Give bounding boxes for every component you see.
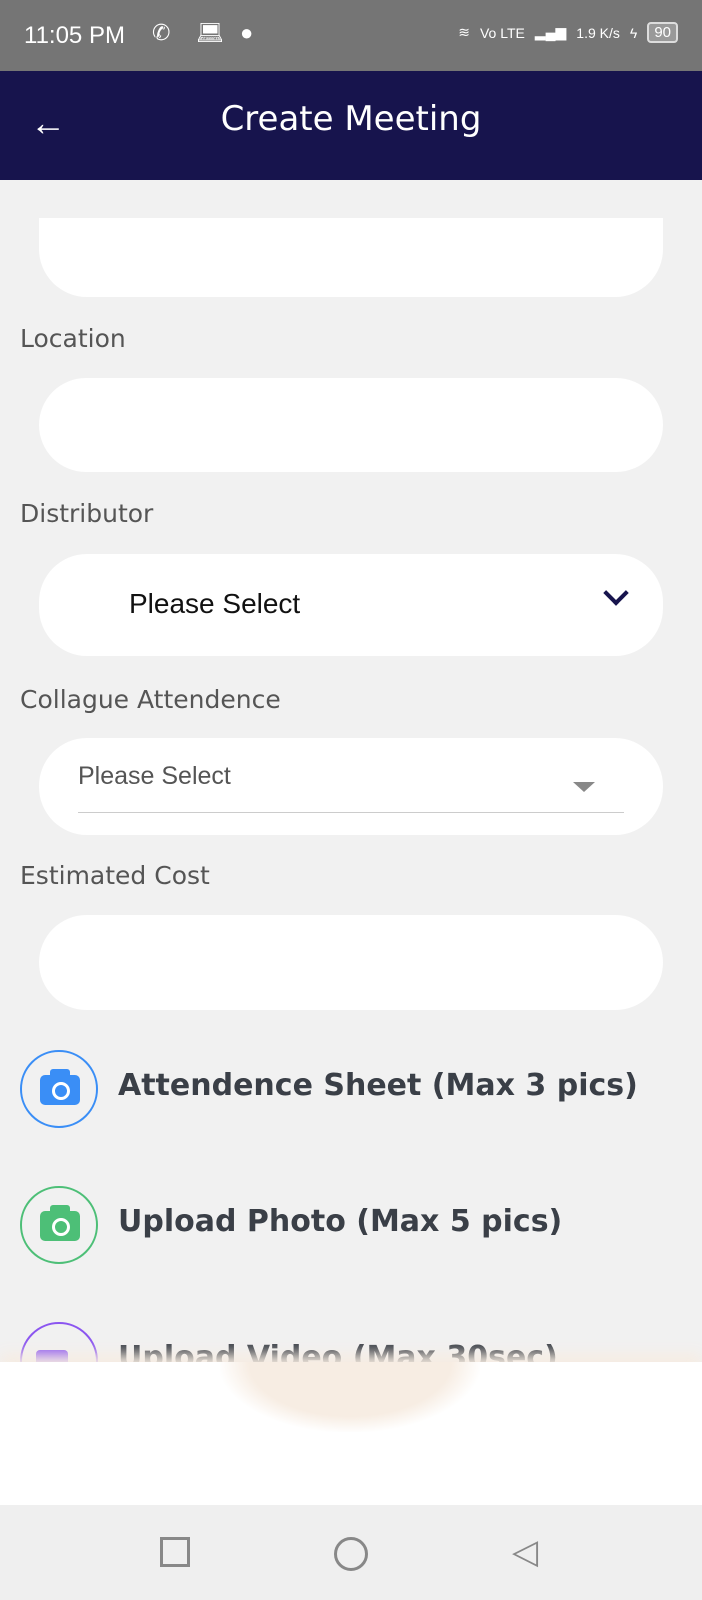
upload-photo-label[interactable]: Upload Photo (Max 5 pics)	[118, 1204, 562, 1239]
location-input[interactable]	[39, 378, 663, 472]
colleague-value: Please Select	[78, 762, 231, 790]
distributor-select[interactable]: Please Select	[39, 554, 663, 656]
location-label: Location	[20, 324, 126, 353]
status-time: 11:05 PM	[24, 22, 125, 49]
upload-photo-button[interactable]	[20, 1186, 98, 1264]
signal-icon: ▂▄▆	[534, 24, 567, 40]
cost-label: Estimated Cost	[20, 861, 210, 890]
estimated-cost-input[interactable]	[39, 915, 663, 1010]
app-header: ← Create Meeting	[0, 71, 702, 180]
laptop-icon: 💻︎	[196, 20, 224, 45]
camera-icon	[40, 1069, 80, 1105]
charging-icon: ϟ	[629, 24, 638, 41]
net-speed: 1.9 K/s	[576, 24, 620, 41]
status-bar: 11:05 PM ✆ 💻︎ ● ≋ Vo LTE ▂▄▆ 1.9 K/s ϟ 9…	[0, 0, 702, 71]
attendance-sheet-label[interactable]: Attendence Sheet (Max 3 pics)	[118, 1068, 638, 1103]
back-button[interactable]: ◁	[512, 1535, 538, 1569]
dropdown-arrow-icon	[573, 782, 595, 792]
camera-icon	[40, 1205, 80, 1241]
chevron-down-icon	[603, 580, 629, 606]
bottom-notch	[220, 1362, 480, 1432]
previous-field-input[interactable]	[39, 218, 663, 297]
network-label: Vo LTE	[479, 24, 525, 41]
app-icon: ●	[240, 20, 254, 45]
recents-button[interactable]	[160, 1537, 190, 1567]
attendance-sheet-button[interactable]	[20, 1050, 98, 1128]
distributor-label: Distributor	[20, 499, 154, 528]
wifi-icon: ≋	[458, 24, 470, 40]
home-button[interactable]	[334, 1537, 368, 1571]
distributor-value: Please Select	[129, 588, 301, 619]
whatsapp-icon: ✆	[152, 20, 171, 45]
battery-level: 90	[647, 22, 678, 43]
colleague-select[interactable]: Please Select	[39, 738, 663, 835]
page-title: Create Meeting	[220, 99, 482, 139]
system-nav-bar: ◁	[0, 1505, 702, 1600]
dropdown-underline	[78, 812, 624, 813]
colleague-label: Collague Attendence	[20, 685, 281, 714]
